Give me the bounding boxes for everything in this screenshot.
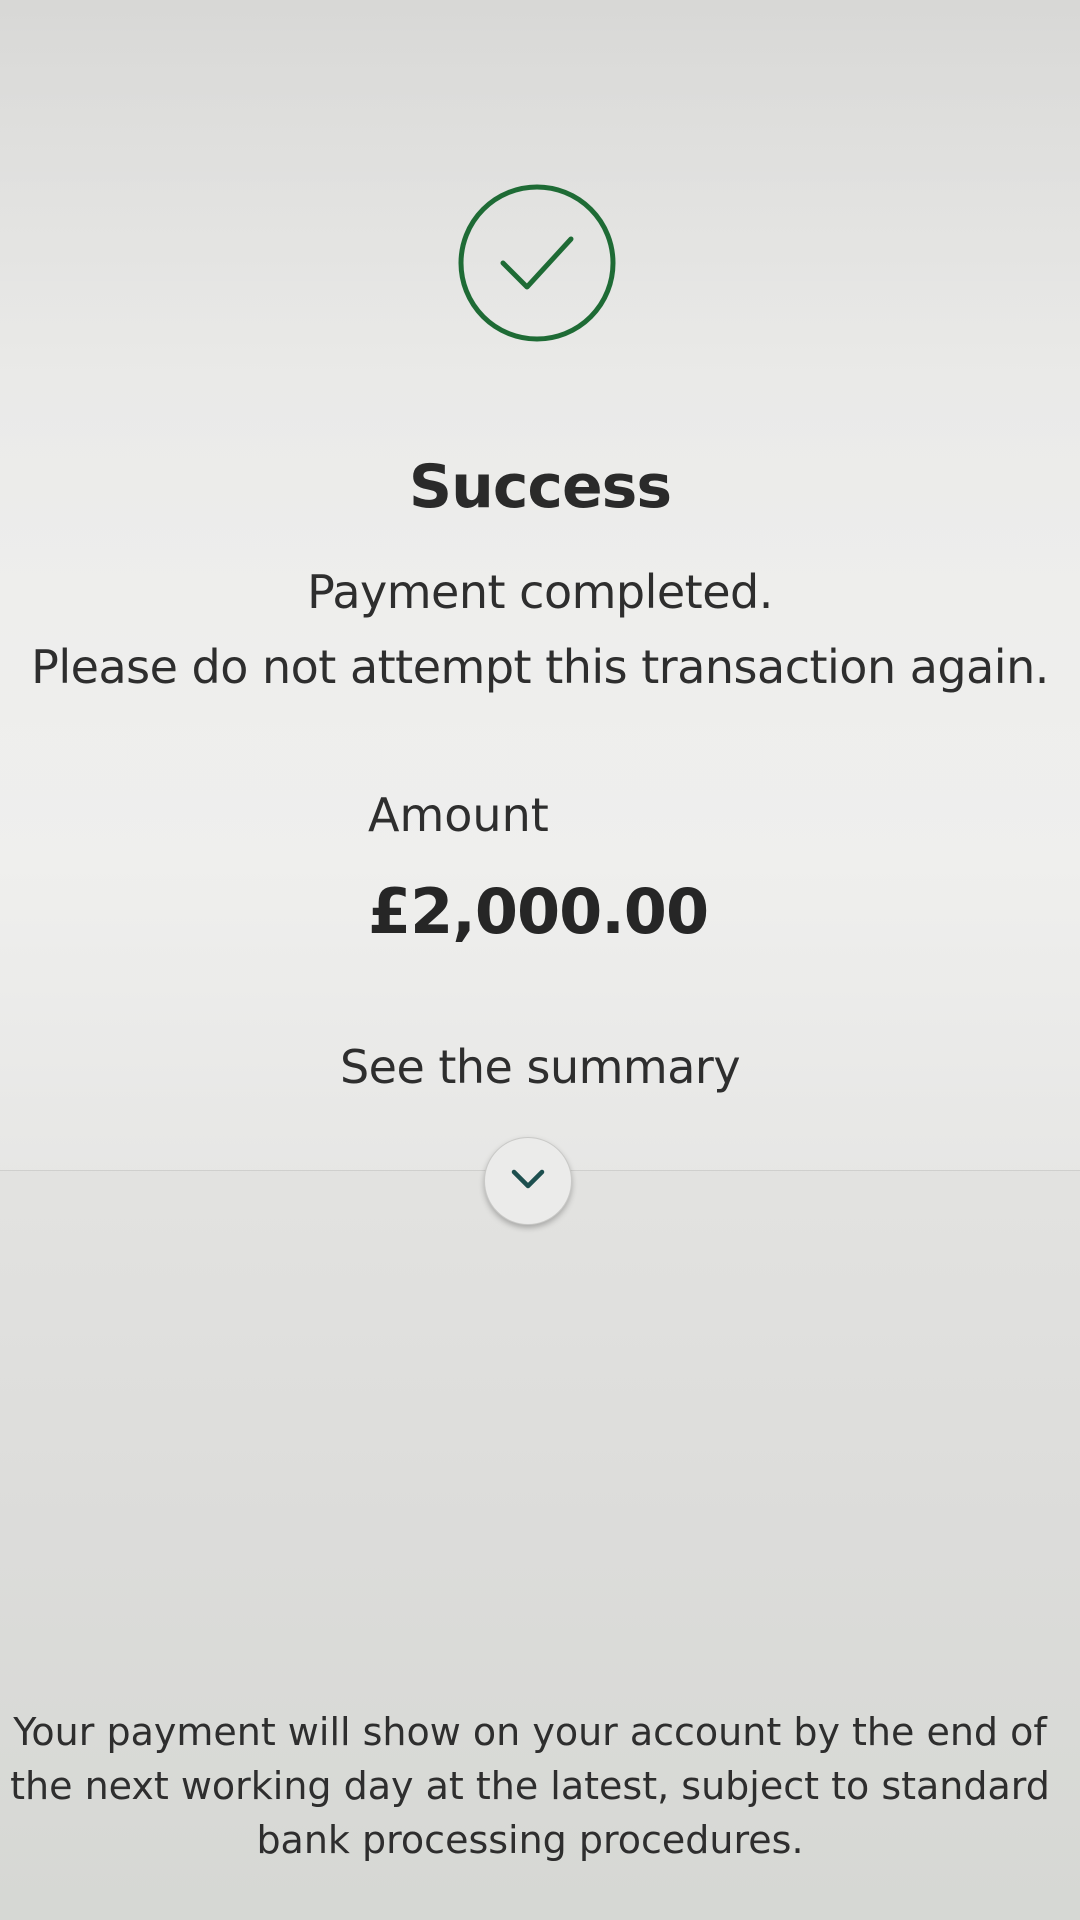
processing-notice-line: bank processing procedures. — [256, 1818, 804, 1862]
success-title: Success — [408, 452, 672, 522]
chevron-down-icon — [508, 1167, 548, 1195]
processing-notice-line: the next working day at the latest, subj… — [10, 1764, 1050, 1808]
payment-success-screen: Success Payment completed. Please do not… — [0, 0, 1080, 1920]
amount-value: £2,000.00 — [368, 875, 709, 948]
confirmation-panel: Success Payment completed. Please do not… — [0, 0, 1080, 1225]
processing-notice: Your payment will show on your account b… — [0, 1705, 1060, 1867]
amount-label: Amount — [368, 788, 549, 842]
check-circle-icon — [457, 183, 617, 343]
repeat-warning-message: Please do not attempt this transaction a… — [31, 640, 1049, 694]
expand-summary-button[interactable] — [484, 1137, 572, 1225]
see-summary-link[interactable]: See the summary — [0, 1040, 1080, 1094]
processing-notice-line: Your payment will show on your account b… — [13, 1710, 1047, 1754]
payment-completed-message: Payment completed. — [307, 565, 773, 619]
